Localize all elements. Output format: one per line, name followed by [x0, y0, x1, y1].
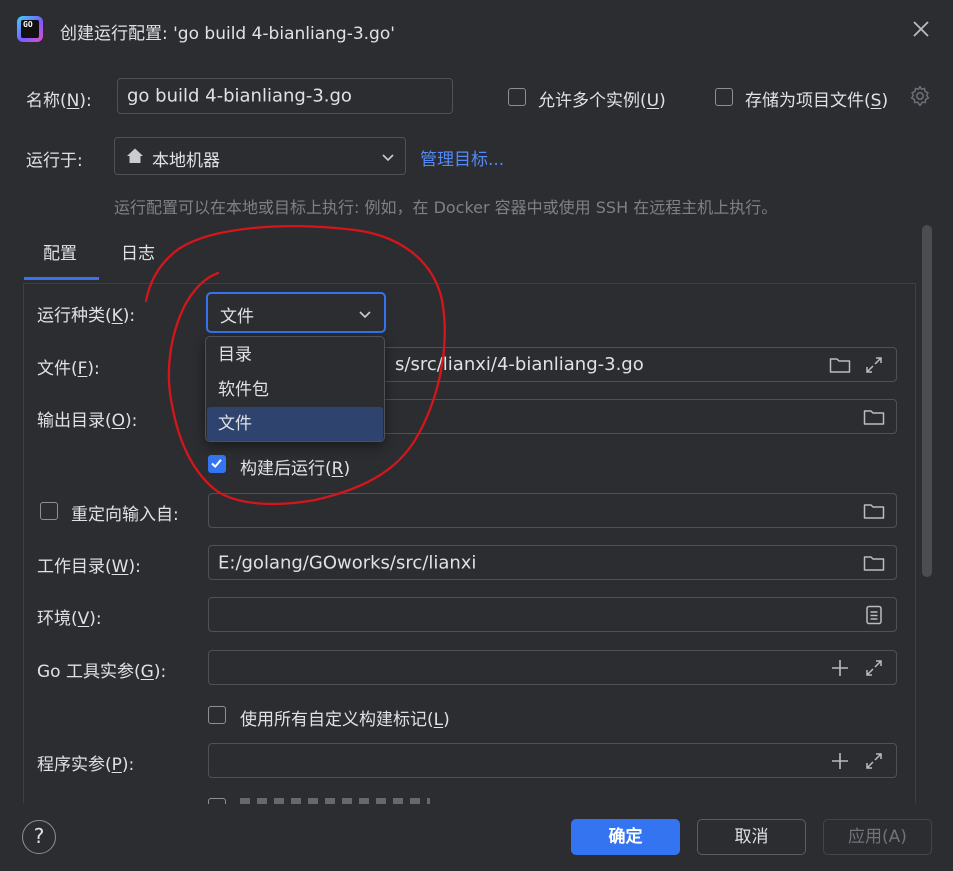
plus-icon[interactable]	[828, 656, 852, 680]
clipped-row	[205, 798, 455, 804]
run-kind-dropdown: 目录 软件包 文件	[205, 336, 385, 442]
folder-icon[interactable]	[862, 499, 886, 523]
redirect-input-label: 重定向输入自:	[71, 505, 179, 525]
folder-icon[interactable]	[862, 405, 886, 429]
chevron-down-icon	[381, 149, 395, 169]
file-value: s/src/lianxi/4-bianliang-3.go	[395, 354, 644, 375]
home-icon	[126, 147, 144, 170]
app-icon: GO	[17, 16, 43, 42]
window-title: 创建运行配置: 'go build 4-bianliang-3.go'	[60, 24, 395, 44]
gear-icon[interactable]	[908, 84, 932, 108]
active-tab-indicator	[24, 277, 99, 280]
environment-label: 环境(V):	[37, 609, 102, 629]
folder-icon[interactable]	[828, 353, 852, 377]
app-icon-text: GO	[21, 20, 39, 38]
working-dir-label: 工作目录(W):	[37, 557, 141, 577]
go-tool-args-input[interactable]	[208, 650, 897, 685]
document-icon[interactable]	[862, 603, 886, 627]
help-button[interactable]: ?	[22, 820, 56, 854]
output-dir-label: 输出目录(O):	[37, 411, 138, 431]
run-kind-value: 文件	[220, 307, 254, 327]
expand-icon[interactable]	[862, 749, 886, 773]
run-on-hint: 运行配置可以在本地或目标上执行: 例如，在 Docker 容器中或使用 SSH …	[114, 198, 778, 217]
allow-multiple-label: 允许多个实例(U)	[538, 91, 666, 111]
store-as-project-label: 存储为项目文件(S)	[745, 91, 889, 111]
run-kind-label: 运行种类(K):	[37, 306, 136, 326]
program-args-input[interactable]	[208, 743, 897, 778]
name-label: 名称(N):	[26, 91, 92, 111]
custom-build-tags-checkbox[interactable]	[208, 706, 226, 724]
cancel-button[interactable]: 取消	[697, 819, 806, 855]
redirect-input-checkbox[interactable]	[40, 502, 58, 520]
run-after-build-checkbox[interactable]	[208, 455, 226, 473]
scrollbar[interactable]	[922, 225, 932, 577]
chevron-down-icon	[358, 306, 372, 326]
tab-config[interactable]: 配置	[43, 239, 77, 264]
manage-targets-link[interactable]: 管理目标...	[420, 145, 504, 170]
program-args-label: 程序实参(P):	[37, 755, 135, 775]
redirect-input-field[interactable]	[208, 493, 897, 528]
run-kind-select[interactable]: 文件	[206, 292, 386, 333]
plus-icon[interactable]	[828, 749, 852, 773]
custom-build-tags-label: 使用所有自定义构建标记(L)	[240, 710, 450, 730]
run-after-build-label: 构建后运行(R)	[240, 459, 351, 479]
working-dir-input[interactable]: E:/golang/GOworks/src/lianxi	[208, 545, 897, 580]
close-icon[interactable]	[908, 16, 934, 42]
name-input[interactable]: go build 4-bianliang-3.go	[117, 78, 453, 114]
ok-button[interactable]: 确定	[571, 819, 680, 855]
check-icon	[211, 459, 222, 469]
run-on-value: 本地机器	[152, 151, 220, 171]
run-on-label: 运行于:	[26, 151, 83, 171]
expand-icon[interactable]	[862, 656, 886, 680]
allow-multiple-checkbox[interactable]	[508, 88, 526, 106]
environment-input[interactable]	[208, 597, 897, 632]
apply-button[interactable]: 应用(A)	[823, 819, 932, 855]
dropdown-option-package[interactable]: 软件包	[207, 373, 383, 407]
file-label: 文件(F):	[37, 359, 100, 379]
tab-logs[interactable]: 日志	[121, 239, 155, 264]
run-on-select[interactable]: 本地机器	[114, 137, 406, 175]
dropdown-option-file[interactable]: 文件	[207, 407, 383, 441]
folder-icon[interactable]	[862, 551, 886, 575]
store-as-project-checkbox[interactable]	[715, 88, 733, 106]
dropdown-option-directory[interactable]: 目录	[207, 338, 383, 372]
go-tool-args-label: Go 工具实参(G):	[37, 662, 167, 682]
expand-icon[interactable]	[862, 353, 886, 377]
